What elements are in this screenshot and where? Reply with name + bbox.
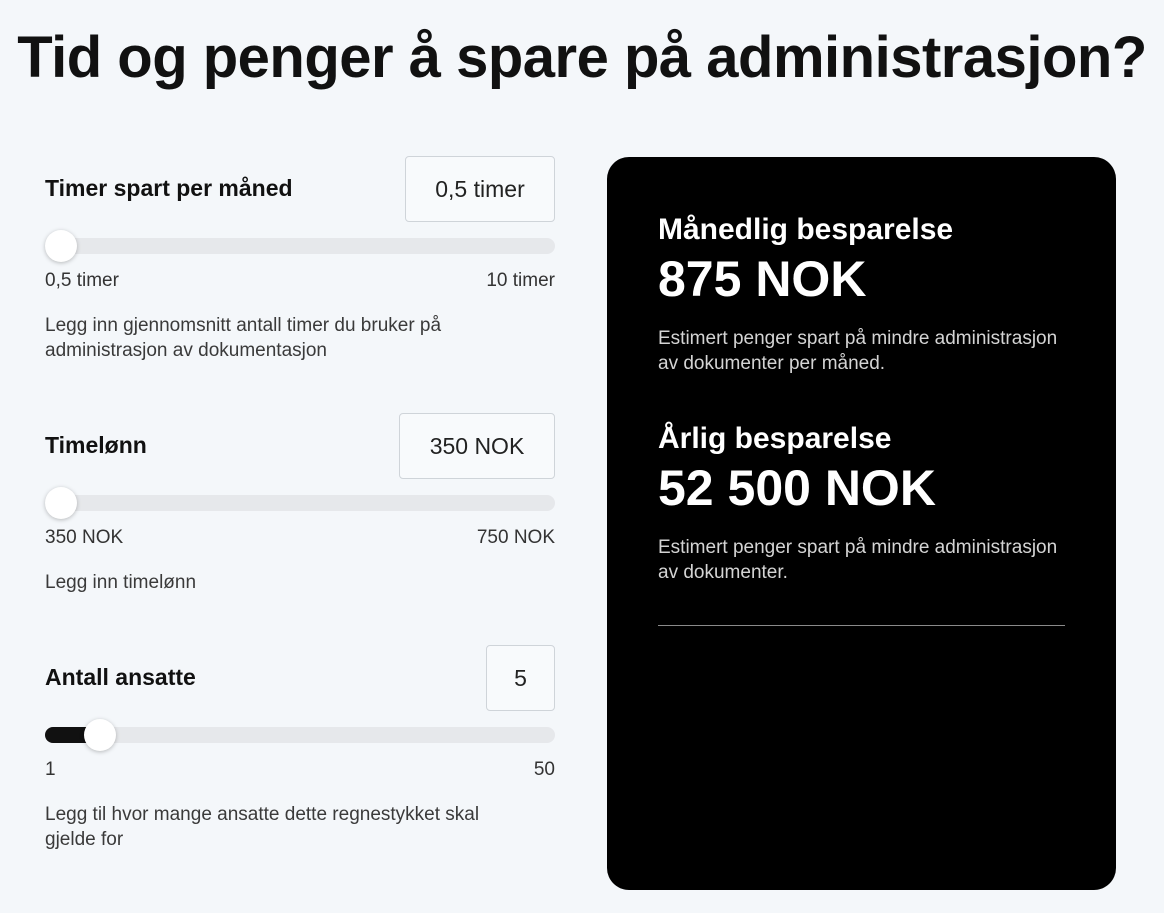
hourly-wage-help: Legg inn timelønn	[45, 572, 197, 593]
employees-max-label: 50	[533, 759, 555, 780]
employees-field: Antall ansatte 5 1 50 Legg til hvor mang…	[45, 645, 555, 850]
hourly-wage-max-label: 750 NOK	[476, 527, 555, 548]
hours-saved-max-label: 10 timer	[486, 270, 555, 291]
hourly-wage-slider-thumb[interactable]	[45, 487, 77, 519]
employees-label: Antall ansatte	[45, 664, 196, 690]
hours-saved-field: Timer spart per måned 0,5 timer 0,5 time…	[45, 156, 555, 361]
hourly-wage-label: Timelønn	[45, 432, 147, 458]
employees-header: Antall ansatte 5	[45, 645, 555, 711]
result-divider	[658, 625, 1065, 626]
hours-saved-min-label: 0,5 timer	[45, 270, 119, 291]
page-title: Tid og penger å spare på administrasjon?	[17, 25, 1147, 90]
hours-saved-help: Legg inn gjennomsnitt antall timer du br…	[45, 315, 442, 361]
employees-slider-thumb[interactable]	[84, 719, 117, 751]
yearly-savings-heading: Årlig besparelse	[658, 422, 892, 455]
monthly-savings: Månedlig besparelse 875 NOK Estimert pen…	[658, 212, 1078, 376]
savings-result-card: Månedlig besparelse 875 NOK Estimert pen…	[607, 157, 1116, 890]
monthly-savings-amount: 875 NOK	[658, 251, 867, 307]
hours-saved-slider[interactable]	[45, 230, 555, 262]
employees-min-label: 1	[45, 759, 56, 780]
yearly-savings: Årlig besparelse 52 500 NOK Estimert pen…	[658, 421, 1078, 585]
monthly-savings-note: Estimert penger spart på mindre administ…	[658, 328, 1058, 374]
hourly-wage-header: Timelønn 350 NOK	[45, 413, 555, 479]
hourly-wage-min-label: 350 NOK	[45, 527, 124, 548]
hourly-wage-input[interactable]: 350 NOK	[399, 413, 555, 479]
hourly-wage-slider[interactable]	[45, 487, 555, 519]
hours-saved-input[interactable]: 0,5 timer	[405, 156, 555, 222]
hours-saved-slider-thumb[interactable]	[45, 230, 77, 262]
yearly-savings-amount: 52 500 NOK	[658, 460, 936, 516]
employees-slider[interactable]	[45, 719, 555, 751]
hours-saved-header: Timer spart per måned 0,5 timer	[45, 156, 555, 222]
hours-saved-label: Timer spart per måned	[45, 175, 293, 201]
employees-input[interactable]: 5	[486, 645, 555, 711]
yearly-savings-note: Estimert penger spart på mindre administ…	[658, 537, 1058, 583]
hourly-wage-field: Timelønn 350 NOK 350 NOK 750 NOK Legg in…	[45, 413, 555, 593]
monthly-savings-heading: Månedlig besparelse	[658, 213, 954, 246]
employees-help: Legg til hvor mange ansatte dette regnes…	[45, 804, 480, 850]
